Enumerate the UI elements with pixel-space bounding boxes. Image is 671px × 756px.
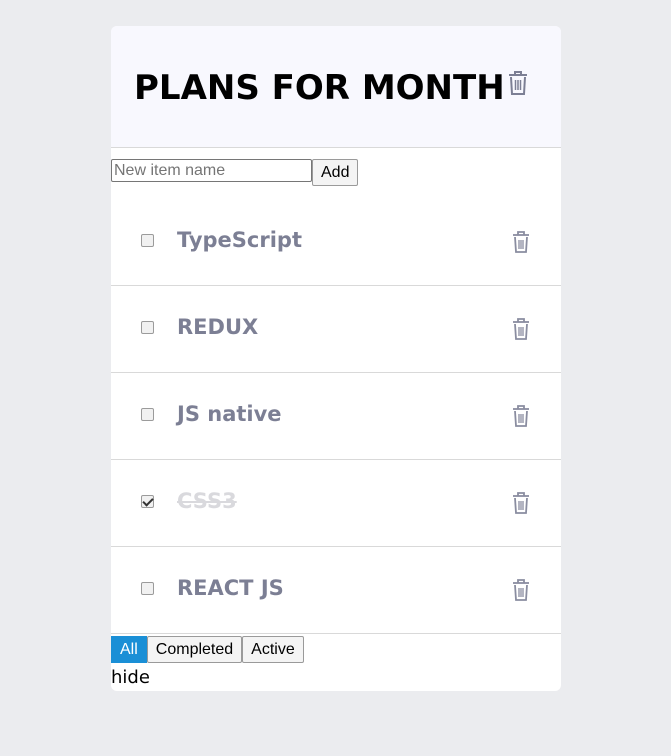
item-label: JS native [177,402,282,426]
item-checkbox[interactable] [141,408,154,421]
trash-icon[interactable] [511,317,531,345]
todo-list: TypeScript REDUX JS native CSS3 REACT JS [111,199,561,634]
filter-bar: All Completed Active [111,636,304,663]
card-header: PLANS FOR MONTH [111,26,561,148]
hide-toggle[interactable]: hide [111,667,150,688]
item-checkbox[interactable] [141,582,154,595]
list-item: REDUX [111,286,561,373]
delete-all-icon[interactable] [507,70,529,100]
trash-icon[interactable] [511,404,531,432]
filter-all-button[interactable]: All [111,636,147,663]
list-item: JS native [111,373,561,460]
list-item: REACT JS [111,547,561,634]
trash-icon[interactable] [511,578,531,606]
item-label: TypeScript [177,228,302,252]
page-title: PLANS FOR MONTH [134,68,505,108]
trash-icon[interactable] [511,491,531,519]
item-label: CSS3 [177,489,237,513]
todo-card: PLANS FOR MONTH Add TypeScript [111,26,561,691]
add-button[interactable]: Add [312,159,359,186]
filter-active-button[interactable]: Active [242,636,304,663]
item-label: REDUX [177,315,259,339]
item-checkbox[interactable] [141,234,154,247]
add-item-form: Add [111,159,359,186]
item-label: REACT JS [177,576,284,600]
item-checkbox[interactable] [141,321,154,334]
item-checkbox[interactable] [141,495,154,508]
filter-completed-button[interactable]: Completed [146,636,243,663]
new-item-input[interactable] [111,159,312,182]
list-item: CSS3 [111,460,561,547]
list-item: TypeScript [111,199,561,286]
trash-icon[interactable] [511,230,531,258]
